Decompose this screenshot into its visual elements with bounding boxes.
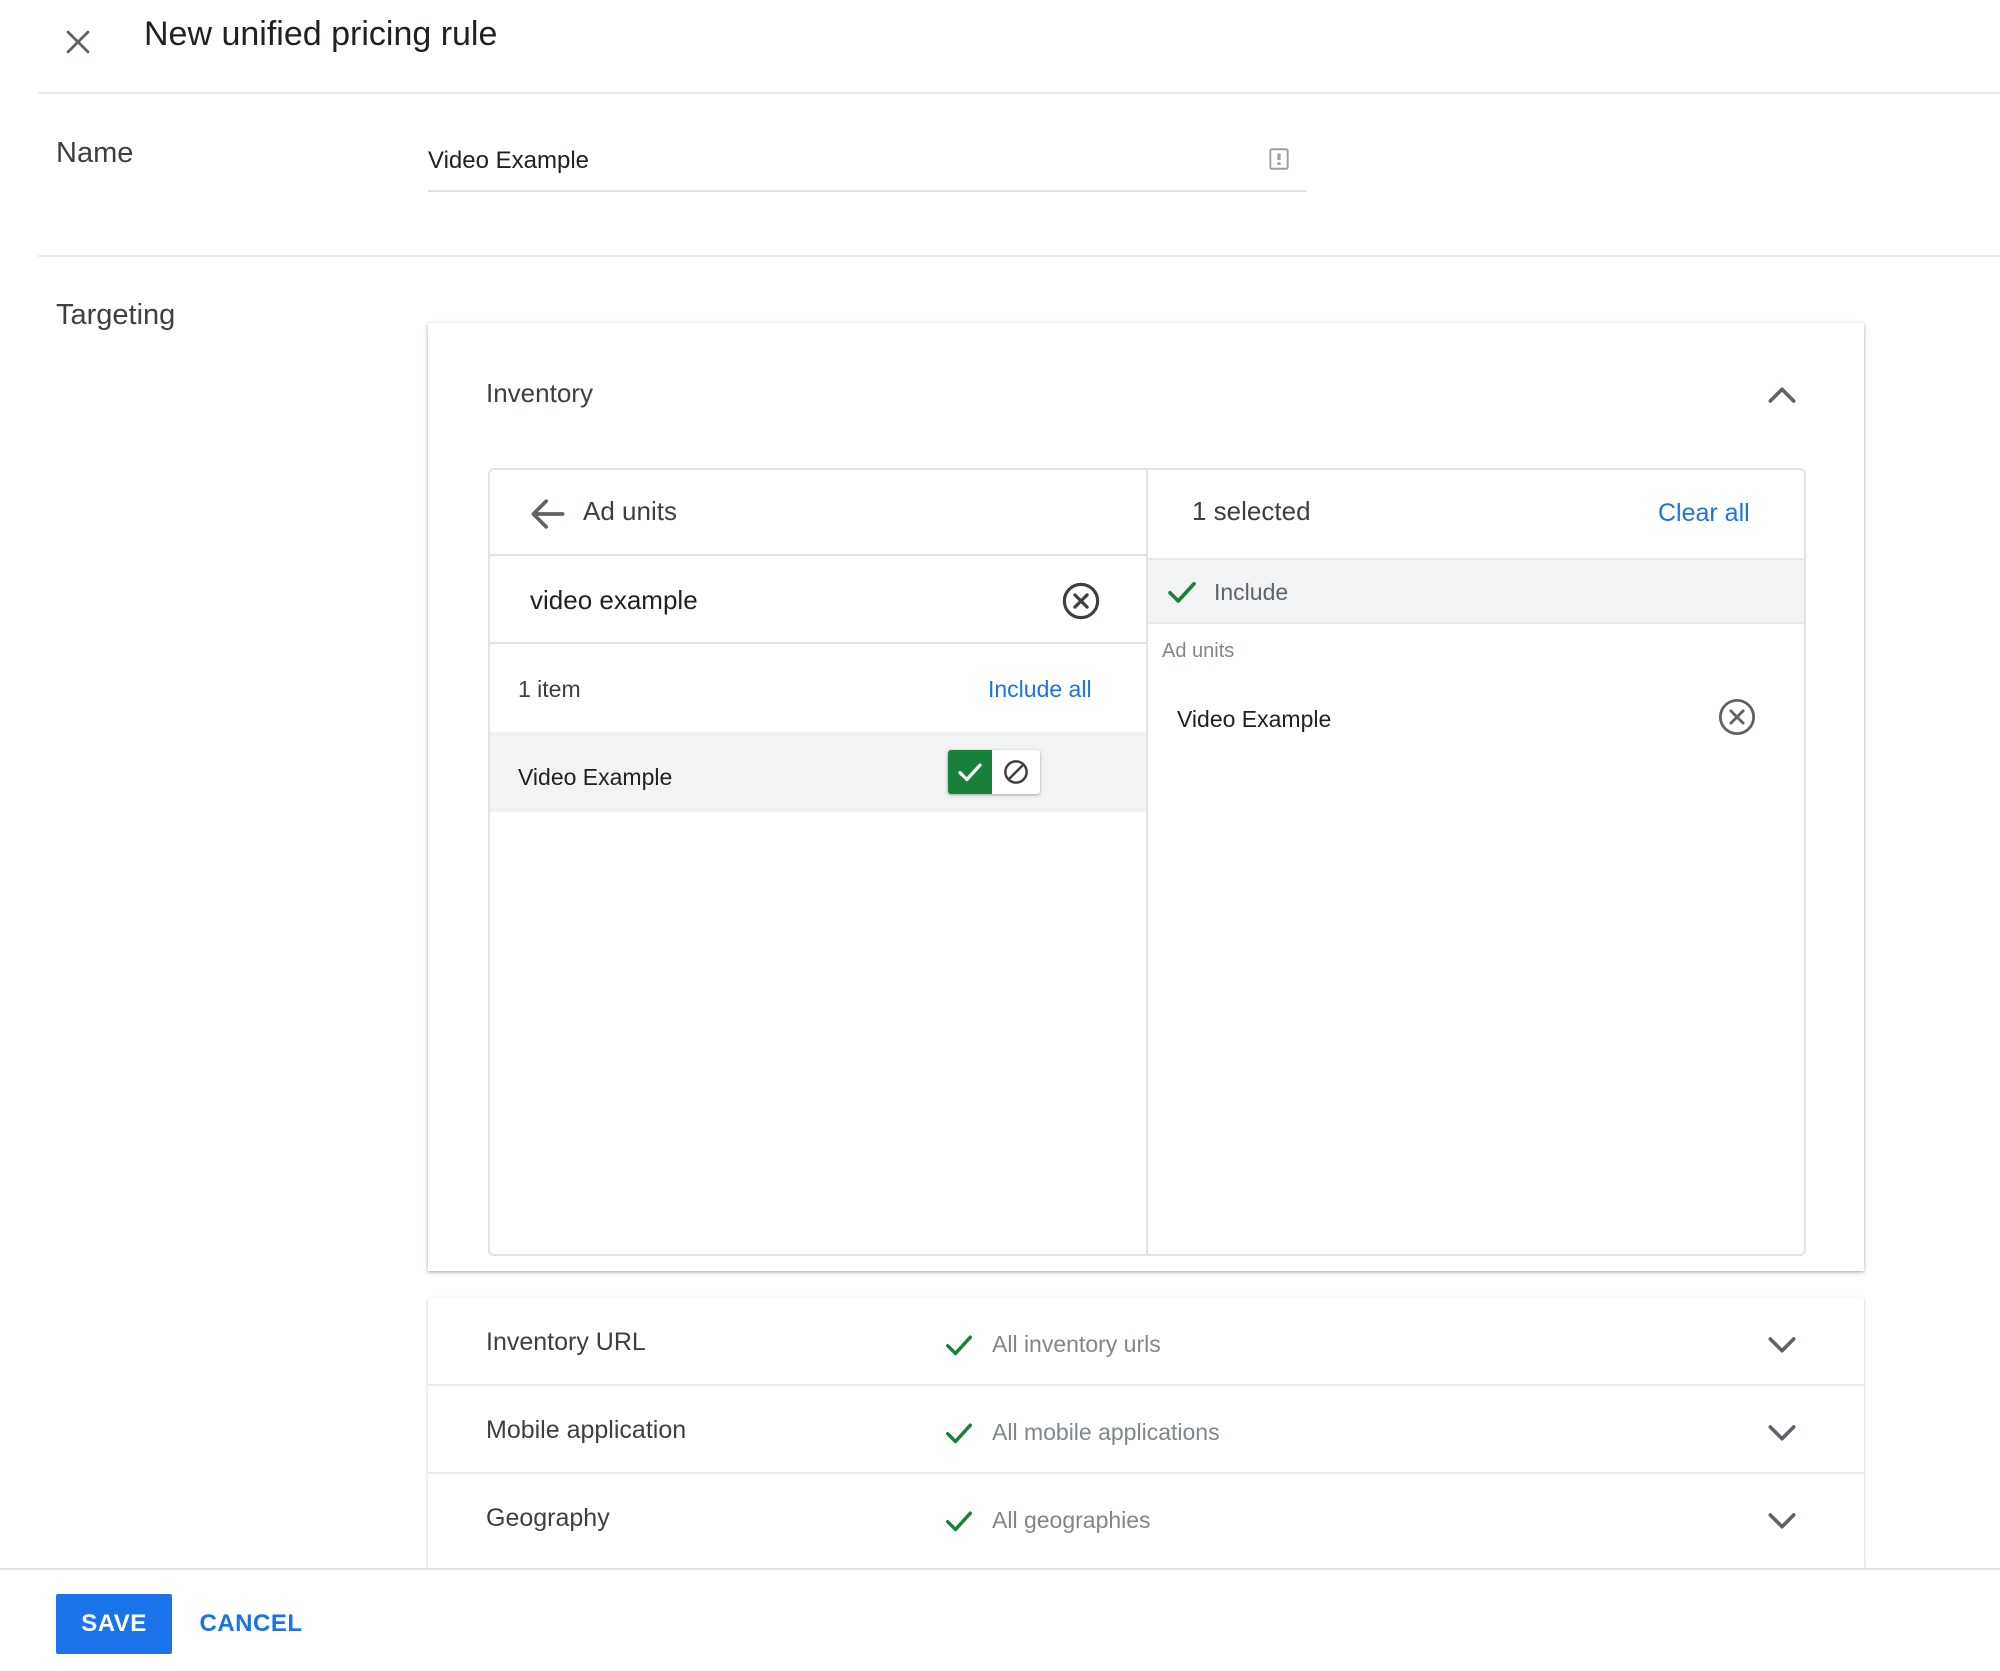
section-divider (428, 1384, 1864, 1386)
include-all-link[interactable]: Include all (988, 676, 1092, 703)
block-icon (1004, 760, 1028, 784)
section-value: All inventory urls (992, 1331, 1161, 1357)
name-field[interactable] (428, 132, 1306, 192)
page-title: New unified pricing rule (144, 15, 498, 53)
name-label: Name (56, 137, 134, 169)
section-divider (428, 1472, 1864, 1474)
section-mobile-application[interactable]: Mobile application All mobile applicatio… (428, 1388, 1864, 1474)
clear-search-icon[interactable] (1060, 580, 1102, 622)
chevron-down-icon[interactable] (1762, 1500, 1802, 1540)
section-geography[interactable]: Geography All geographies (428, 1476, 1864, 1562)
check-icon (945, 1511, 973, 1532)
chevron-down-icon[interactable] (1762, 1412, 1802, 1452)
targeting-label: Targeting (56, 299, 176, 331)
arrow-back-icon[interactable] (526, 492, 570, 536)
result-label: Video Example (518, 764, 673, 790)
close-button[interactable] (44, 8, 112, 76)
name-divider (38, 255, 2000, 257)
close-icon (66, 30, 90, 54)
check-icon (945, 1335, 973, 1356)
include-button[interactable] (948, 750, 992, 794)
section-name: Mobile application (486, 1416, 687, 1444)
save-button[interactable]: SAVE (56, 1594, 172, 1654)
text-counter-icon (1269, 148, 1289, 170)
selected-count: 1 selected (1192, 496, 1311, 526)
cancel-button[interactable]: CANCEL (188, 1594, 314, 1654)
section-inventory-url[interactable]: Inventory URL All inventory urls (428, 1300, 1864, 1386)
clear-all-link[interactable]: Clear all (1658, 499, 1750, 528)
section-value: All mobile applications (992, 1419, 1220, 1445)
check-icon (958, 763, 982, 782)
section-value: All geographies (992, 1507, 1151, 1533)
exclude-button[interactable] (992, 750, 1040, 794)
ad-units-group-label: Ad units (1162, 640, 1235, 662)
check-icon (945, 1423, 973, 1444)
section-name: Inventory URL (486, 1328, 646, 1356)
inventory-title: Inventory (486, 378, 593, 408)
header-divider (38, 92, 2000, 94)
name-input[interactable] (428, 147, 1228, 175)
chevron-down-icon[interactable] (1762, 1324, 1802, 1364)
include-exclude-toggle (948, 750, 1040, 794)
section-name: Geography (486, 1504, 610, 1532)
ad-units-title: Ad units (583, 496, 677, 526)
check-icon (1168, 581, 1196, 603)
result-count: 1 item (518, 676, 581, 702)
include-label: Include (1214, 579, 1289, 605)
search-input[interactable] (530, 582, 1030, 618)
chevron-up-icon[interactable] (1762, 376, 1802, 416)
remove-item-icon[interactable] (1716, 696, 1758, 738)
selected-item-label: Video Example (1177, 706, 1332, 732)
